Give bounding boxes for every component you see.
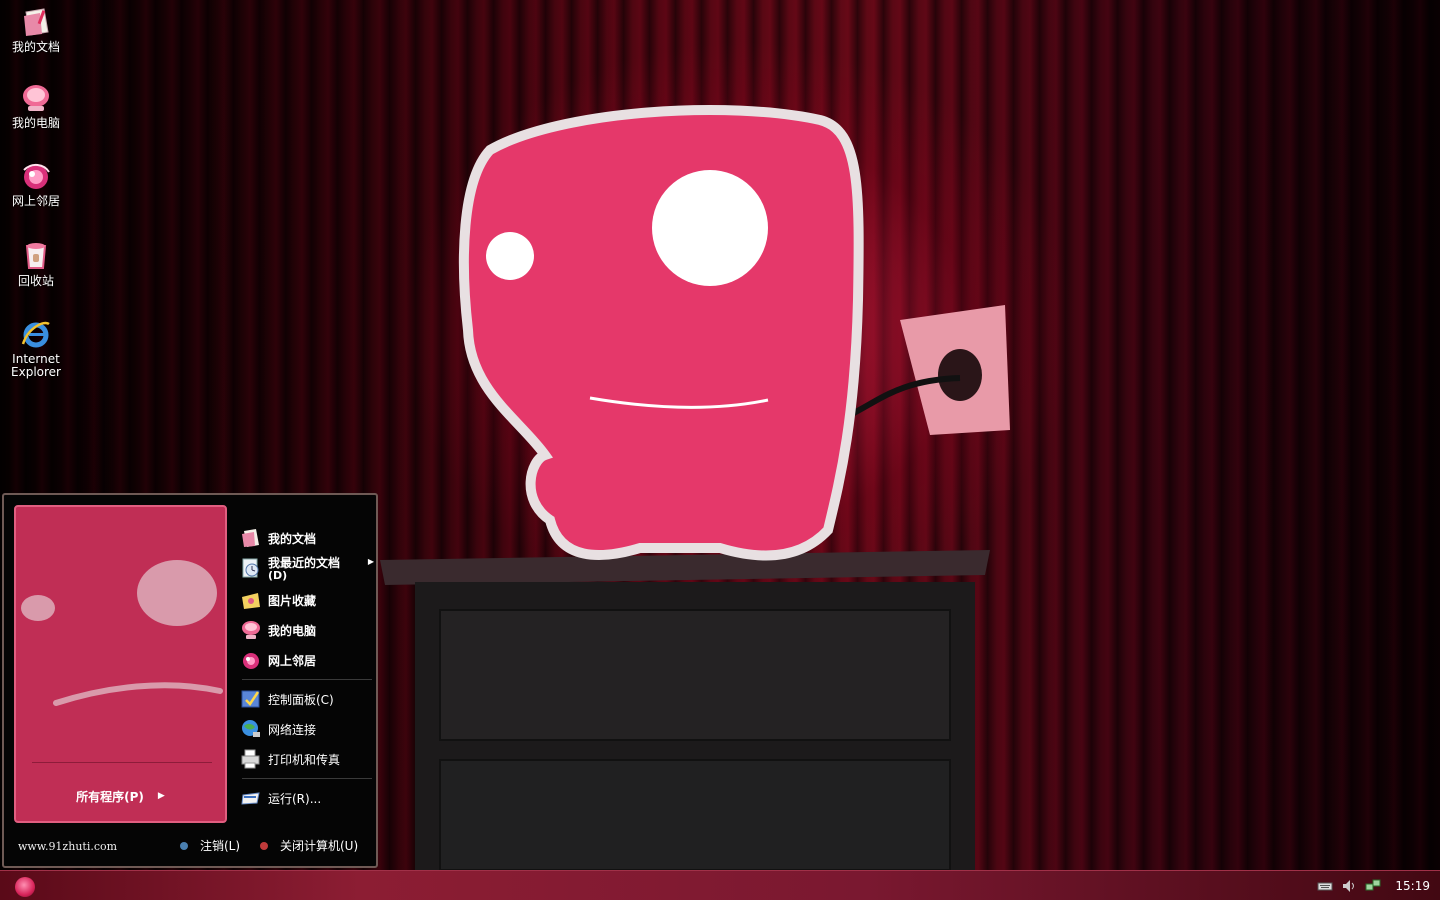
menu-item-network-connections[interactable]: 网络连接 <box>240 714 374 744</box>
menu-item-recent-documents[interactable]: 我最近的文档 (D) ▶ <box>240 553 374 585</box>
run-icon <box>241 792 260 805</box>
menu-item-label: 打印机和传真 <box>268 752 341 767</box>
menu-item-label: 我的电脑 <box>268 623 317 638</box>
my-documents-icon <box>24 8 49 36</box>
menu-item-my-documents[interactable]: 我的文档 <box>240 523 374 553</box>
menu-item-my-pictures[interactable]: 图片收藏 <box>240 585 374 615</box>
menu-item-label-group: 我最近的文档 (D) <box>268 557 340 582</box>
desktop-icon-my-computer[interactable]: 我的电脑 <box>0 82 72 130</box>
desktop-icon-recycle-bin[interactable]: 回收站 <box>0 240 72 288</box>
my-computer-icon <box>242 621 260 639</box>
user-picture-face <box>21 560 223 706</box>
menu-item-network-places[interactable]: 网上邻居 <box>240 645 374 675</box>
menu-item-printers-faxes[interactable]: 打印机和传真 <box>240 744 374 774</box>
taskbar-clock[interactable]: 15:19 <box>1395 879 1430 893</box>
menu-separator <box>242 778 372 779</box>
all-programs-button[interactable]: 所有程序(P) ▶ <box>16 785 225 807</box>
my-pictures-icon <box>242 593 260 609</box>
taskbar: 15:19 <box>0 870 1440 900</box>
chevron-right-icon: ▶ <box>367 557 374 566</box>
power-icon <box>260 841 268 850</box>
recent-documents-icon <box>242 558 259 578</box>
logoff-icon <box>180 841 188 850</box>
user-pane: 所有程序(P) ▶ <box>14 505 227 823</box>
menu-item-label: 图片收藏 <box>268 593 317 608</box>
menu-item-label: 我的文档 <box>268 531 317 546</box>
desktop-icon-label: 我的文档 <box>11 40 60 54</box>
menu-item-control-panel[interactable]: 控制面板(C) <box>240 684 374 714</box>
menu-item-label: 控制面板(C) <box>268 692 334 707</box>
my-computer-icon <box>23 85 49 111</box>
theme-watermark: www.91zhuti.com <box>18 840 118 853</box>
desktop-icon-my-documents[interactable]: 我的文档 <box>0 6 72 54</box>
menu-item-label: 运行(R)... <box>268 791 322 806</box>
recycle-bin-icon <box>25 243 47 269</box>
network-connections-icon <box>242 720 260 737</box>
shutdown-button[interactable]: 关闭计算机(U) <box>260 837 358 854</box>
all-programs-label: 所有程序(P) <box>76 789 144 804</box>
printers-faxes-icon <box>241 749 260 769</box>
internet-explorer-icon <box>21 321 50 348</box>
keyboard-icon[interactable] <box>1317 878 1333 894</box>
network-places-icon <box>23 164 50 189</box>
desktop-icon-label: 网上邻居 <box>11 194 60 208</box>
desktop-icon-label: Internet Explorer <box>11 352 61 379</box>
volume-icon[interactable] <box>1341 878 1357 894</box>
menu-item-label: 网上邻居 <box>268 653 317 668</box>
chevron-right-icon: ▶ <box>157 791 165 801</box>
start-menu: 所有程序(P) ▶ 我的文档 我最近的文档 (D) ▶ 图片收藏 我的电脑 网上… <box>2 493 378 868</box>
menu-item-label: 网络连接 <box>268 722 317 737</box>
desktop-icon-internet-explorer[interactable]: Internet Explorer <box>0 318 72 379</box>
menu-item-shortcut: (D) <box>268 569 288 582</box>
network-places-icon <box>243 653 259 669</box>
start-button[interactable] <box>15 877 35 897</box>
shutdown-label: 关闭计算机(U) <box>280 839 359 853</box>
menu-item-label: 我最近的文档 <box>268 556 341 570</box>
desktop-icon-label: 我的电脑 <box>11 116 60 130</box>
network-tray-icon[interactable] <box>1365 878 1381 894</box>
my-documents-icon <box>242 529 259 547</box>
desktop-icon-network-places[interactable]: 网上邻居 <box>0 160 72 208</box>
user-pane-divider <box>32 762 212 763</box>
menu-item-run[interactable]: 运行(R)... <box>240 783 374 813</box>
menu-separator <box>242 679 372 680</box>
menu-item-my-computer[interactable]: 我的电脑 <box>240 615 374 645</box>
logoff-button[interactable]: 注销(L) <box>180 837 240 854</box>
control-panel-icon <box>241 690 260 708</box>
places-list: 我的文档 我最近的文档 (D) ▶ 图片收藏 我的电脑 网上邻居 控制面板(C)… <box>240 523 374 813</box>
logoff-label: 注销(L) <box>200 839 241 853</box>
desktop-icon-label: 回收站 <box>17 274 54 288</box>
system-tray: 15:19 <box>1317 871 1440 900</box>
